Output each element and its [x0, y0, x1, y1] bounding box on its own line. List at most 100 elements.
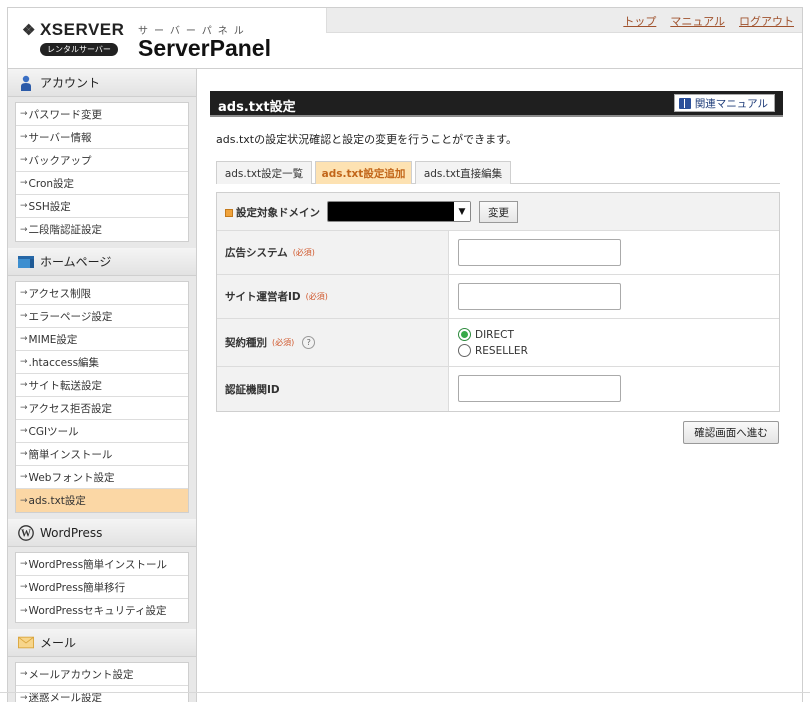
arrow-icon: →: [20, 155, 28, 165]
cert-id-cell: [450, 367, 779, 411]
publisher-id-input[interactable]: [458, 283, 621, 310]
sidebar-item-password[interactable]: → パスワード変更: [16, 103, 188, 126]
sidebar-menu-homepage: → アクセス制限 → エラーページ設定 → MIME設定 → .htaccess編集 →…: [15, 281, 189, 513]
page-title: ads.txt設定: [218, 100, 296, 115]
related-manual-label: 関連マニュアル: [694, 97, 768, 110]
sidebar-section-title: WordPress: [40, 525, 103, 540]
sidebar-item-htaccess[interactable]: → .htaccess編集: [16, 351, 188, 374]
sidebar-item-backup[interactable]: → バックアップ: [16, 149, 188, 172]
sidebar-item-label: メールアカウント設定: [28, 668, 134, 681]
arrow-icon: →: [20, 426, 28, 436]
book-icon: [678, 97, 691, 109]
sidebar-menu-mail: → メールアカウント設定 → 迷惑メール設定: [15, 662, 189, 702]
related-manual-button[interactable]: 関連マニュアル: [673, 94, 775, 112]
arrow-icon: →: [20, 178, 28, 188]
top-link[interactable]: トップ: [623, 13, 656, 29]
arrow-icon: →: [20, 357, 28, 367]
top-links: トップ マニュアル ログアウト: [623, 13, 794, 29]
cert-id-label: 認証機関ID: [217, 367, 449, 411]
cert-id-row: 認証機関ID: [217, 367, 779, 411]
sidebar-item-spam[interactable]: → 迷惑メール設定: [16, 686, 188, 702]
sidebar-item-label: アクセス制限: [28, 287, 92, 300]
radio-direct[interactable]: DIRECT: [458, 328, 514, 341]
person-icon: [18, 75, 34, 91]
domain-label: 設定対象ドメイン: [225, 205, 320, 220]
sidebar-item-label: .htaccess編集: [28, 356, 100, 369]
arrow-icon: →: [20, 582, 28, 592]
bottom-divider: [0, 692, 810, 693]
sidebar-section-account[interactable]: アカウント: [8, 69, 196, 97]
tab-bar: ads.txt設定一覧 ads.txt設定追加 ads.txt直接編集: [216, 161, 780, 184]
brand-badge: レンタルサーバー: [40, 43, 118, 56]
sidebar-item-wp-install[interactable]: → WordPress簡単インストール: [16, 553, 188, 576]
xserver-logo[interactable]: ❖ XSERVER レンタルサーバー: [22, 20, 124, 56]
sidebar-item-label: アクセス拒否設定: [28, 402, 113, 415]
sidebar-item-easy-install[interactable]: → 簡単インストール: [16, 443, 188, 466]
arrow-icon: →: [20, 669, 28, 679]
manual-link[interactable]: マニュアル: [670, 13, 725, 29]
sidebar-item-label: Cron設定: [28, 177, 75, 190]
sidebar-item-wp-security[interactable]: → WordPressセキュリティ設定: [16, 599, 188, 622]
sidebar-item-label: エラーページ設定: [28, 310, 113, 323]
sidebar-section-mail[interactable]: メール: [8, 629, 196, 657]
sidebar-item-ssh[interactable]: → SSH設定: [16, 195, 188, 218]
cert-id-input[interactable]: [458, 375, 621, 402]
sidebar-item-label: Webフォント設定: [28, 471, 115, 484]
radio-reseller[interactable]: RESELLER: [458, 344, 528, 357]
ad-system-input[interactable]: [458, 239, 621, 266]
sidebar-item-webfont[interactable]: → Webフォント設定: [16, 466, 188, 489]
confirm-button[interactable]: 確認画面へ進む: [683, 421, 779, 444]
required-badge: (必須): [292, 248, 315, 257]
sidebar-item-access-restriction[interactable]: → アクセス制限: [16, 282, 188, 305]
header: ❖ XSERVER レンタルサーバー サーバーパネル ServerPanel ト…: [7, 7, 803, 69]
radio-unselected-icon: [458, 344, 471, 357]
sidebar-item-cgi[interactable]: → CGIツール: [16, 420, 188, 443]
sidebar-item-label: サイト転送設定: [28, 379, 103, 392]
page-title-bar: ads.txt設定 関連マニュアル: [210, 91, 783, 117]
sidebar-item-mail-account[interactable]: → メールアカウント設定: [16, 663, 188, 686]
sidebar-item-wp-migrate[interactable]: → WordPress簡単移行: [16, 576, 188, 599]
arrow-icon: →: [20, 692, 28, 702]
sidebar-item-label: WordPressセキュリティ設定: [28, 605, 167, 617]
sidebar-item-2fa[interactable]: → 二段階認証設定: [16, 218, 188, 241]
change-button[interactable]: 変更: [479, 201, 518, 223]
tab-ads-add[interactable]: ads.txt設定追加: [315, 161, 412, 184]
sidebar-section-title: アカウント: [40, 76, 101, 90]
arrow-icon: →: [20, 449, 28, 459]
sidebar-item-label: サーバー情報: [28, 131, 92, 144]
ad-system-label: 広告システム (必須): [217, 231, 449, 274]
sidebar-item-ads-txt[interactable]: → ads.txt設定: [16, 489, 188, 512]
sidebar-section-title: メール: [40, 636, 77, 650]
brand-name: XSERVER: [39, 20, 125, 39]
sidebar-section-wordpress[interactable]: W WordPress: [8, 519, 196, 547]
sidebar-item-server-info[interactable]: → サーバー情報: [16, 126, 188, 149]
arrow-icon: →: [20, 288, 28, 298]
panel-title: ServerPanel: [138, 35, 271, 61]
sidebar-item-access-deny[interactable]: → アクセス拒否設定: [16, 397, 188, 420]
tab-ads-direct-edit[interactable]: ads.txt直接編集: [415, 161, 511, 184]
header-link-bar: トップ マニュアル ログアウト: [326, 8, 802, 33]
sidebar: アカウント → パスワード変更 → サーバー情報 → バックアップ → Cron設定 →…: [7, 69, 197, 702]
sidebar-item-label: 二段階認証設定: [28, 224, 103, 236]
sidebar-item-error-page[interactable]: → エラーページ設定: [16, 305, 188, 328]
sidebar-item-cron[interactable]: → Cron設定: [16, 172, 188, 195]
sidebar-item-label: WordPress簡単インストール: [28, 558, 167, 571]
sidebar-section-title: ホームページ: [40, 255, 112, 269]
tab-ads-list[interactable]: ads.txt設定一覧: [216, 161, 312, 184]
publisher-id-label-text: サイト運営者ID: [225, 291, 301, 303]
sidebar-item-label: 簡単インストール: [28, 448, 113, 461]
homepage-icon: [18, 254, 34, 270]
ad-system-cell: [450, 231, 779, 274]
domain-label-text: 設定対象ドメイン: [236, 207, 320, 219]
sidebar-item-label: ads.txt設定: [28, 495, 86, 507]
logout-link[interactable]: ログアウト: [739, 13, 794, 29]
svg-text:W: W: [21, 528, 31, 539]
sidebar-item-mime[interactable]: → MIME設定: [16, 328, 188, 351]
sidebar-item-label: CGIツール: [28, 425, 79, 438]
sidebar-item-redirect[interactable]: → サイト転送設定: [16, 374, 188, 397]
domain-select[interactable]: ▼: [327, 201, 471, 222]
mail-icon: [18, 635, 34, 651]
contract-type-label: 契約種別 (必須) ?: [217, 319, 449, 366]
help-icon[interactable]: ?: [302, 336, 316, 349]
sidebar-section-homepage[interactable]: ホームページ: [8, 248, 196, 276]
